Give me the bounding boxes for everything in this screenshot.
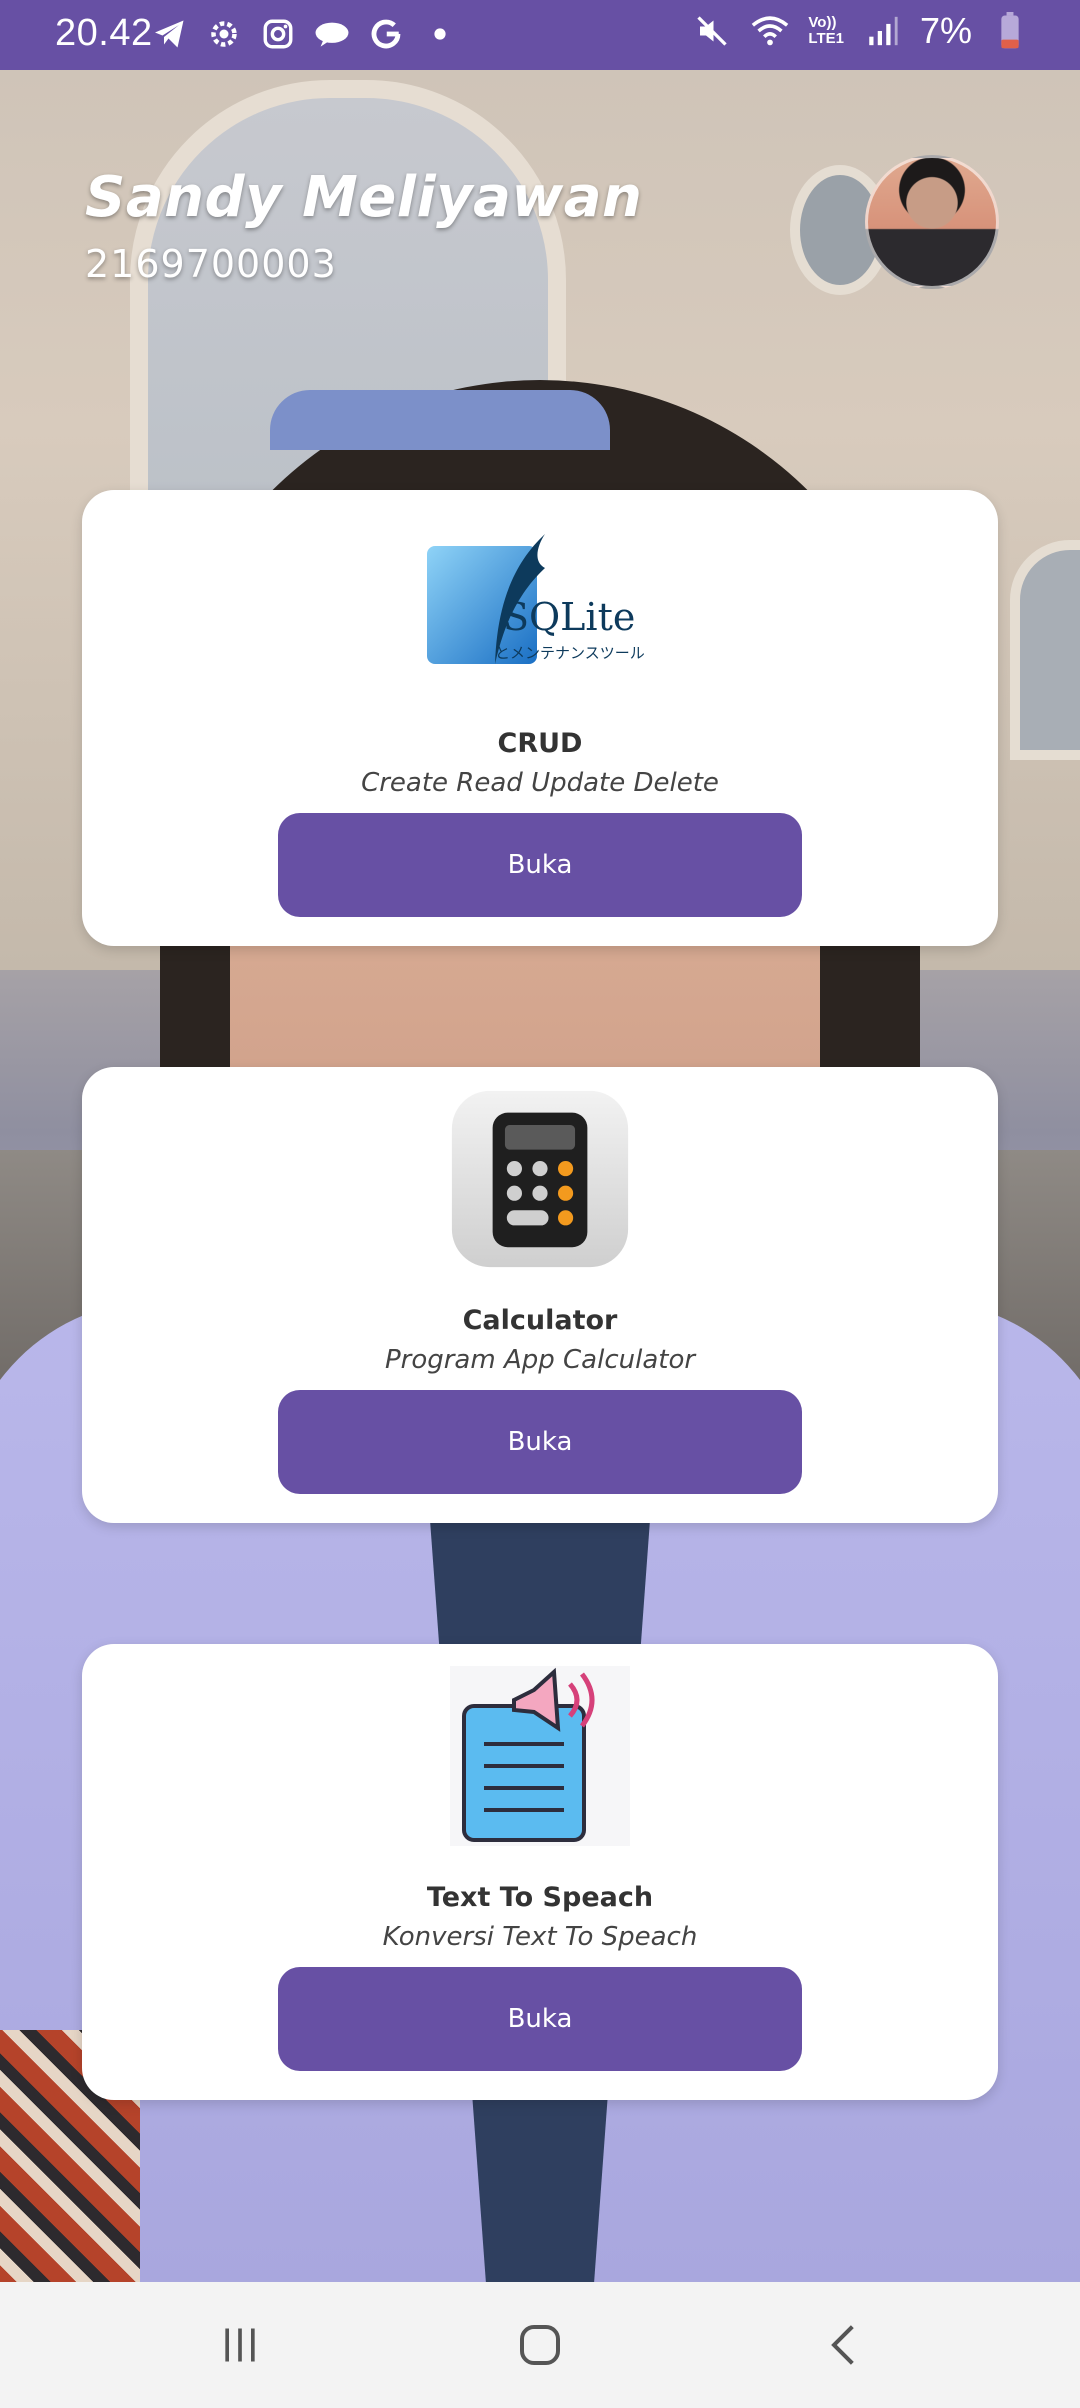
card-title: CRUD bbox=[497, 728, 583, 759]
volte-label: Vo)) bbox=[808, 14, 837, 31]
network-type-label: Vo)) LTE1 bbox=[808, 15, 844, 47]
recent-apps-button[interactable] bbox=[200, 2310, 280, 2380]
signal-strength-icon bbox=[862, 11, 902, 51]
card-title: Calculator bbox=[462, 1305, 618, 1336]
recent-apps-icon bbox=[225, 2328, 255, 2362]
card-subtitle: Program App Calculator bbox=[384, 1345, 696, 1375]
mute-icon bbox=[692, 11, 732, 51]
more-notifications-dot-icon bbox=[420, 14, 460, 54]
back-chevron-icon bbox=[831, 2325, 854, 2365]
calculator-card: Calculator Program App Calculator Buka bbox=[82, 1067, 998, 1523]
settings-gear-icon bbox=[204, 14, 244, 54]
user-nim: 2169700003 bbox=[85, 242, 337, 286]
text-to-speech-card: Text To Speach Konversi Text To Speach B… bbox=[82, 1644, 998, 2100]
axis-app-icon bbox=[312, 14, 352, 54]
profile-avatar[interactable] bbox=[865, 155, 999, 289]
card-subtitle: Konversi Text To Speach bbox=[382, 1922, 698, 1952]
back-button[interactable] bbox=[805, 2310, 885, 2380]
system-navigation-bar bbox=[0, 2282, 1080, 2408]
google-icon bbox=[366, 14, 406, 54]
instagram-icon bbox=[258, 14, 298, 54]
sqlite-logo-text: SQLite bbox=[503, 595, 635, 639]
notification-icons bbox=[150, 14, 460, 54]
text-to-speech-icon bbox=[450, 1666, 630, 1846]
lte-label: LTE1 bbox=[808, 30, 844, 47]
home-button[interactable] bbox=[500, 2310, 580, 2380]
system-status-icons: Vo)) LTE1 7% bbox=[692, 10, 1030, 52]
home-icon bbox=[520, 2325, 560, 2365]
text-to-speech-open-button[interactable]: Buka bbox=[278, 1967, 802, 2071]
calculator-icon bbox=[450, 1089, 630, 1269]
sqlite-logo-subtext: とメンテナンスツール bbox=[495, 644, 645, 662]
sqlite-logo-icon: SQLite とメンテナンスツール bbox=[400, 512, 680, 692]
battery-percent: 7% bbox=[919, 10, 972, 51]
wifi-icon bbox=[750, 11, 790, 51]
user-name: Sandy Meliyawan bbox=[85, 165, 643, 230]
card-subtitle: Create Read Update Delete bbox=[361, 768, 719, 798]
crud-open-button[interactable]: Buka bbox=[278, 813, 802, 917]
calculator-open-button[interactable]: Buka bbox=[278, 1390, 802, 1494]
status-time: 20.42 bbox=[55, 12, 153, 54]
crud-card: SQLite とメンテナンスツール CRUD Create Read Updat… bbox=[82, 490, 998, 946]
battery-icon bbox=[990, 11, 1030, 51]
telegram-icon bbox=[150, 14, 190, 54]
card-title: Text To Speach bbox=[426, 1882, 654, 1913]
status-bar: 20.42 Vo)) LTE1 7% bbox=[0, 0, 1080, 70]
